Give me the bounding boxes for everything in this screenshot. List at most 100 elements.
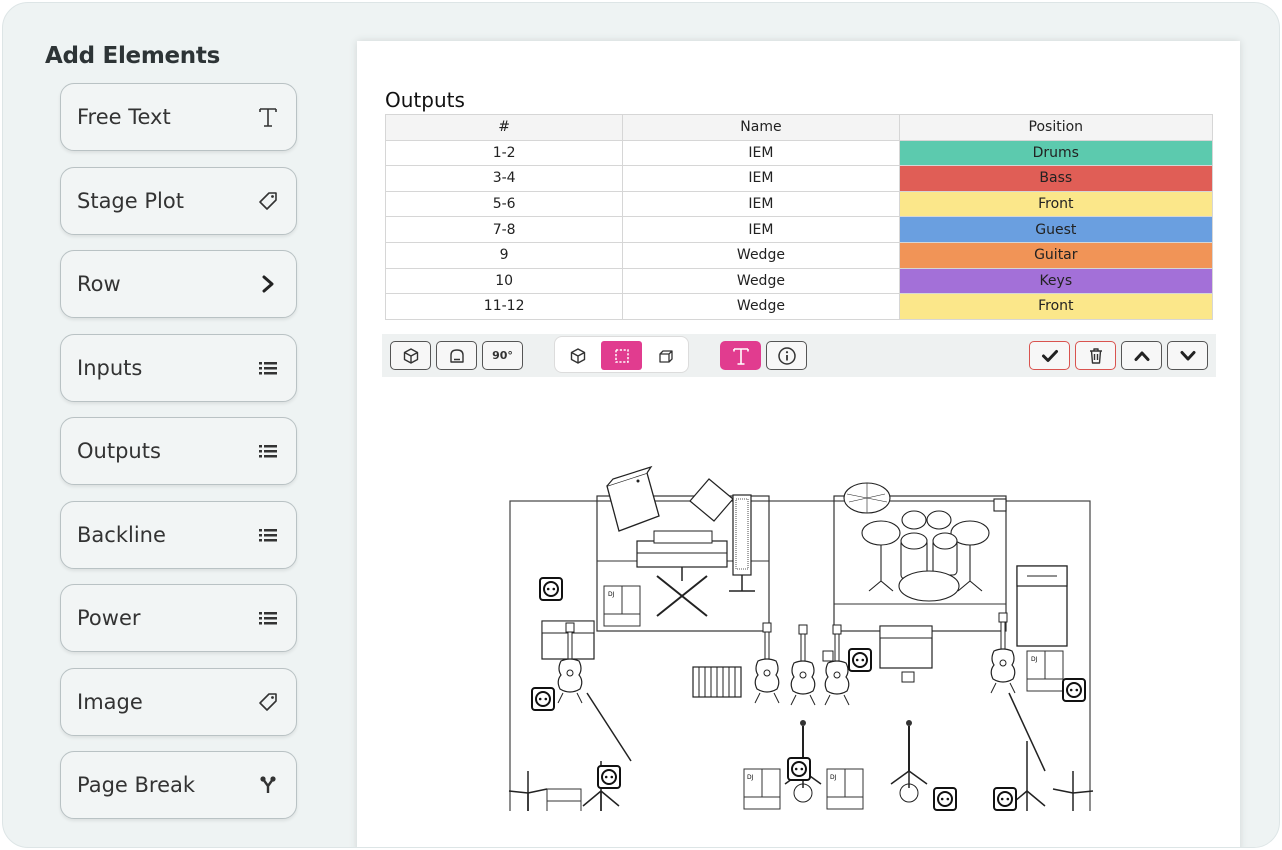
table-row[interactable]: 10 Wedge Keys <box>384 267 1214 295</box>
power-outlet-icon <box>597 765 621 789</box>
cell-name: IEM <box>622 216 900 243</box>
view-side-button[interactable] <box>645 341 686 370</box>
cube-icon <box>403 347 418 364</box>
wedge-label: DJ <box>747 774 754 781</box>
power-outlet-icon <box>531 687 555 711</box>
power-outlet-icon <box>1062 678 1086 702</box>
wedge-monitor <box>546 788 582 811</box>
button-label: Image <box>77 690 143 714</box>
cell-position: Front <box>898 293 1214 320</box>
table-row[interactable]: 11-12 Wedge Front <box>384 293 1214 320</box>
tag-icon <box>257 691 279 713</box>
table-row[interactable]: 3-4 IEM Bass <box>384 165 1214 192</box>
list-icon <box>257 524 279 546</box>
cell-position: Guest <box>898 216 1214 243</box>
power-outlet-icon <box>993 787 1017 811</box>
button-label: Outputs <box>77 439 161 463</box>
button-label: Inputs <box>77 356 143 380</box>
wedge-label: DJ <box>830 774 837 781</box>
wedge-label: DJ <box>608 591 615 598</box>
header-number: # <box>384 114 624 141</box>
rotate-90-button[interactable]: 90° <box>482 341 523 370</box>
outputs-title: Outputs <box>385 88 465 112</box>
button-label: Free Text <box>77 105 171 129</box>
list-icon <box>257 440 279 462</box>
chevron-right-icon <box>257 273 279 295</box>
add-backline-button[interactable]: Backline <box>60 501 297 569</box>
cell-position: Front <box>898 190 1214 218</box>
stage-plot-canvas[interactable]: DJ DJ DJ DJ <box>497 431 1097 811</box>
info-icon <box>777 346 796 365</box>
cell-number: 3-4 <box>384 165 624 192</box>
move-down-button[interactable] <box>1167 341 1208 370</box>
page-break-icon <box>257 774 279 796</box>
add-image-button[interactable]: Image <box>60 668 297 736</box>
cell-position: Guitar <box>898 241 1214 269</box>
cell-number: 1-2 <box>384 139 624 167</box>
sidebar-title: Add Elements <box>45 43 220 69</box>
power-outlet-icon <box>933 787 957 811</box>
trash-icon <box>1089 347 1102 364</box>
table-row[interactable]: 5-6 IEM Front <box>384 190 1214 218</box>
cell-number: 10 <box>384 267 624 295</box>
cell-number: 5-6 <box>384 190 624 218</box>
button-label: Power <box>77 606 141 630</box>
power-outlet-icon <box>848 648 872 672</box>
add-page-break-button[interactable]: Page Break <box>60 751 297 819</box>
shape-icon <box>449 348 464 363</box>
cell-name: Wedge <box>622 267 900 295</box>
move-up-button[interactable] <box>1121 341 1162 370</box>
add-free-text-button[interactable]: Free Text <box>60 83 297 151</box>
text-mode-button[interactable] <box>720 341 761 370</box>
cell-position: Bass <box>898 165 1214 192</box>
accordion <box>692 666 742 698</box>
cell-name: IEM <box>622 165 900 192</box>
delete-button[interactable] <box>1075 341 1116 370</box>
cell-number: 11-12 <box>384 293 624 320</box>
cell-number: 7-8 <box>384 216 624 243</box>
add-row-button[interactable]: Row <box>60 250 297 318</box>
add-shape-button[interactable] <box>436 341 477 370</box>
app-frame: Add Elements Free Text Stage Plot Row In… <box>2 2 1280 848</box>
pedal <box>822 650 834 662</box>
table-header-row: # Name Position <box>384 114 1214 141</box>
add-power-button[interactable]: Power <box>60 584 297 652</box>
cube-icon <box>570 347 585 364</box>
header-position: Position <box>898 114 1214 141</box>
view-top-button[interactable] <box>601 341 642 370</box>
power-outlet-icon <box>539 577 563 601</box>
table-row[interactable]: 1-2 IEM Drums <box>384 139 1214 167</box>
outputs-table[interactable]: # Name Position 1-2 IEM Drums 3-4 IEM Bass 5… <box>384 114 1214 320</box>
cell-name: Wedge <box>622 293 900 320</box>
text-t-icon <box>732 347 749 365</box>
stage-plot-toolbar: 90° <box>382 334 1216 377</box>
confirm-button[interactable] <box>1029 341 1070 370</box>
cell-name: IEM <box>622 139 900 167</box>
add-outputs-button[interactable]: Outputs <box>60 417 297 485</box>
bass-amp <box>1016 565 1068 647</box>
view-3d-button[interactable] <box>557 341 598 370</box>
chevron-up-icon <box>1134 351 1149 361</box>
list-icon <box>257 607 279 629</box>
add-inputs-button[interactable]: Inputs <box>60 334 297 402</box>
tag-icon <box>257 190 279 212</box>
button-label: Page Break <box>77 773 196 797</box>
button-label: Backline <box>77 523 166 547</box>
document-page: Outputs # Name Position 1-2 IEM Drums 3-4 I… <box>357 41 1240 847</box>
box-icon <box>658 349 673 363</box>
cell-name: Wedge <box>622 241 900 269</box>
add-stage-plot-button[interactable]: Stage Plot <box>60 167 297 235</box>
cell-number: 9 <box>384 241 624 269</box>
text-t-icon <box>257 106 279 128</box>
table-row[interactable]: 9 Wedge Guitar <box>384 241 1214 269</box>
cell-position: Drums <box>898 139 1214 167</box>
info-button[interactable] <box>766 341 807 370</box>
button-label: Stage Plot <box>77 189 184 213</box>
cell-name: IEM <box>622 190 900 218</box>
add-3d-object-button[interactable] <box>390 341 431 370</box>
cell-position: Keys <box>898 267 1214 295</box>
list-icon <box>257 357 279 379</box>
power-outlet-icon <box>787 757 811 781</box>
header-name: Name <box>622 114 900 141</box>
table-row[interactable]: 7-8 IEM Guest <box>384 216 1214 243</box>
